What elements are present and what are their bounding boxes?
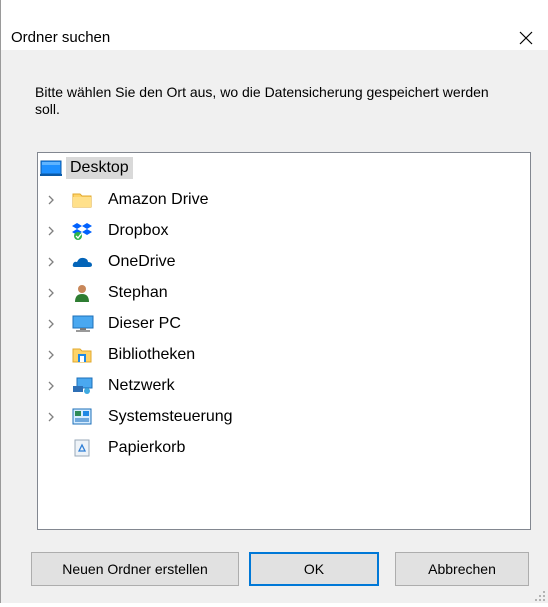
libraries-icon (72, 346, 92, 364)
chevron-right-icon[interactable] (44, 278, 58, 308)
chevron-right-icon[interactable] (44, 216, 58, 246)
tree-item-label: Bibliotheken (108, 346, 196, 363)
chevron-right-icon[interactable] (44, 402, 58, 432)
chevron-right-icon[interactable] (44, 309, 58, 339)
onedrive-icon (72, 253, 92, 271)
folder-icon (72, 191, 92, 209)
tree-item-label: Systemsteuerung (108, 408, 233, 425)
instruction-text: Bitte wählen Sie den Ort aus, wo die Dat… (35, 84, 489, 117)
tree-item-label: Stephan (108, 284, 168, 301)
ok-button[interactable]: OK (249, 552, 379, 586)
tree-item-label: Amazon Drive (108, 191, 209, 208)
folder-browser-dialog: Ordner suchen Bitte wählen Sie den Ort a… (0, 0, 548, 603)
resize-grip-icon[interactable] (534, 589, 546, 601)
close-button[interactable] (504, 18, 548, 58)
tree-item-label: Papierkorb (108, 439, 186, 456)
tree-item-label: OneDrive (108, 253, 176, 270)
new-folder-button[interactable]: Neuen Ordner erstellen (31, 552, 239, 586)
dialog-title: Ordner suchen (11, 29, 111, 46)
recycle-bin-icon (72, 439, 92, 457)
dropbox-icon (72, 222, 92, 240)
close-icon (519, 31, 533, 45)
chevron-right-icon[interactable] (44, 340, 58, 370)
user-icon (72, 284, 92, 302)
title-bar: Ordner suchen (1, 0, 548, 50)
folder-tree[interactable]: Desktop Amazon Drive Dropbox OneDrive St… (37, 152, 531, 530)
tree-item-label: Desktop (66, 157, 133, 179)
control-panel-icon (72, 408, 92, 426)
tree-item-label: Dieser PC (108, 315, 181, 332)
desktop-icon (40, 159, 62, 177)
cancel-button[interactable]: Abbrechen (395, 552, 529, 586)
network-icon (72, 377, 93, 395)
tree-item-label: Netzwerk (108, 377, 175, 394)
chevron-right-icon[interactable] (44, 247, 58, 277)
chevron-right-icon[interactable] (44, 371, 58, 401)
chevron-right-icon[interactable] (44, 185, 58, 215)
tree-item-label: Dropbox (108, 222, 169, 239)
computer-icon (72, 315, 94, 333)
